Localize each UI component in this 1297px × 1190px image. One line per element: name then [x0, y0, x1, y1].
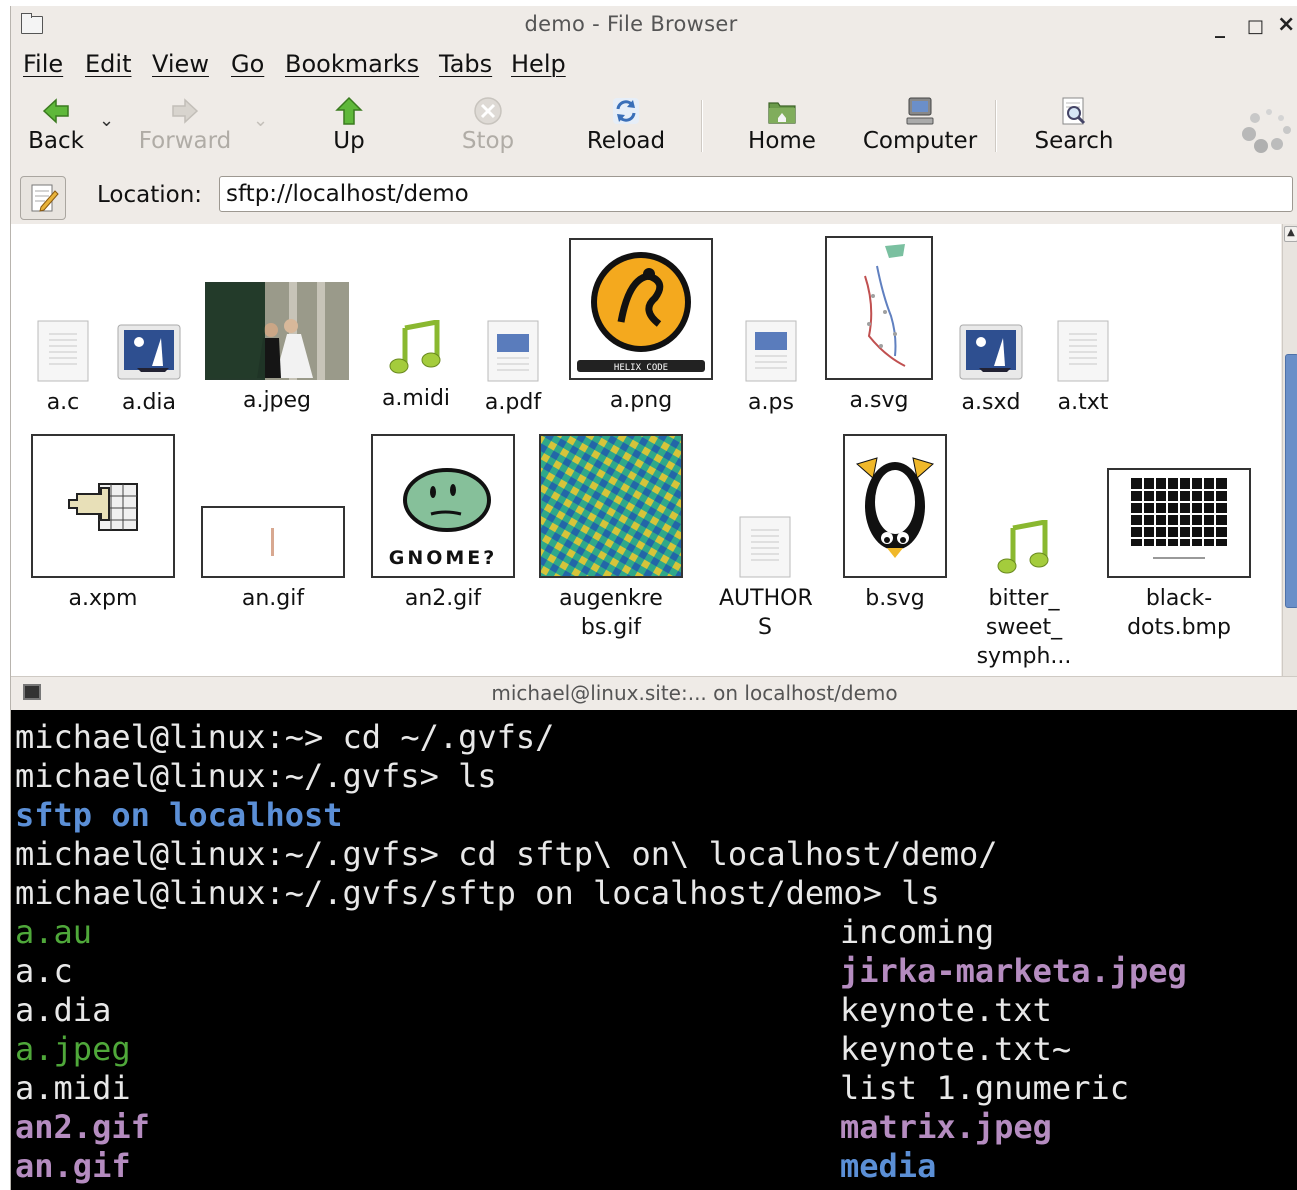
- terminal-line: michael@linux:~/.gvfs> ls: [15, 757, 497, 795]
- listing-entry: matrix.jpeg: [840, 1108, 1052, 1146]
- back-arrow-icon: [42, 98, 69, 124]
- title-bar[interactable]: demo - File Browser _ □ ×: [11, 6, 1297, 46]
- png-banner-text: HELIX CODE: [614, 363, 668, 373]
- minimize-button[interactable]: _: [1215, 14, 1225, 38]
- toolbar: Back ⌄ Forward ⌄ Up Stop Reload Home Com…: [11, 88, 1297, 172]
- terminal-title-bar[interactable]: michael@linux.site:... on localhost/demo: [11, 676, 1297, 711]
- back-button[interactable]: Back: [17, 88, 95, 168]
- gnome-thumbnail: GNOME?: [371, 434, 515, 578]
- pdf-file-icon: [487, 320, 539, 382]
- menu-file[interactable]: File: [23, 50, 63, 78]
- icon-view[interactable]: a.c a.dia a.jpeg a.midi a.pdf HELIX CODE…: [11, 224, 1281, 676]
- menu-help[interactable]: Help: [511, 50, 566, 78]
- image-thumbnail: HELIX CODE: [569, 238, 713, 380]
- listing-entry: a.midi: [15, 1069, 131, 1107]
- dots-thumbnail: [1107, 468, 1251, 578]
- svg-map-thumbnail: [825, 236, 933, 380]
- menu-bar: File Edit View Go Bookmarks Tabs Help: [11, 46, 1297, 86]
- music-note-icon: [389, 320, 441, 374]
- listing-entry: an.gif: [15, 1147, 131, 1185]
- menu-view[interactable]: View: [152, 50, 209, 78]
- listing-entry: a.jpeg: [15, 1030, 131, 1068]
- pattern-thumbnail: [539, 434, 683, 578]
- gnome-text: GNOME?: [389, 547, 498, 569]
- stop-icon: [474, 97, 502, 125]
- toggle-location-button[interactable]: [20, 176, 66, 220]
- menu-edit[interactable]: Edit: [85, 50, 131, 78]
- photo-thumbnail: [205, 282, 349, 380]
- icon-view-scrollbar[interactable]: ▲: [1282, 224, 1297, 676]
- scroll-up-button[interactable]: ▲: [1284, 226, 1297, 242]
- listing-entry: list 1.gnumeric: [840, 1069, 1129, 1107]
- drawing-file-icon: [959, 324, 1023, 380]
- reload-button[interactable]: Reload: [581, 88, 671, 168]
- terminal-line: michael@linux:~> cd ~/.gvfs/: [15, 718, 555, 756]
- music-note-icon: [997, 520, 1049, 574]
- stop-button[interactable]: Stop: [451, 88, 525, 168]
- search-icon: [1062, 97, 1086, 125]
- home-folder-icon: [768, 102, 796, 124]
- drawing-file-icon: [117, 324, 181, 380]
- location-bar: Location:: [11, 172, 1297, 222]
- forward-history-chevron-icon[interactable]: ⌄: [253, 110, 268, 131]
- search-button[interactable]: Search: [1029, 88, 1119, 168]
- forward-button[interactable]: Forward: [133, 88, 237, 168]
- listing-entry: a.au: [15, 913, 93, 951]
- listing-entry: keynote.txt: [840, 991, 1052, 1029]
- home-button[interactable]: Home: [741, 88, 823, 168]
- computer-icon: [906, 97, 934, 125]
- up-button[interactable]: Up: [317, 88, 381, 168]
- window-title: demo - File Browser: [524, 12, 738, 36]
- up-arrow-icon: [335, 96, 363, 125]
- back-history-chevron-icon[interactable]: ⌄: [99, 110, 114, 131]
- listing-entry: a.c: [15, 952, 73, 990]
- edit-pencil-icon: [31, 184, 59, 212]
- reload-icon: [613, 98, 639, 124]
- close-button[interactable]: ×: [1277, 12, 1295, 37]
- listing-entry: a.dia: [15, 991, 112, 1029]
- tux-thumbnail: [843, 434, 947, 578]
- gif-thumbnail: [201, 506, 345, 578]
- location-input[interactable]: [219, 176, 1293, 212]
- scrollbar-thumb[interactable]: [1285, 354, 1297, 608]
- listing-entry: incoming: [840, 913, 995, 951]
- postscript-file-icon: [745, 320, 797, 382]
- listing-entry: media: [840, 1147, 937, 1185]
- terminal-line: sftp on localhost: [15, 796, 343, 834]
- terminal-line: michael@linux:~/.gvfs/sftp on localhost/…: [15, 874, 940, 912]
- maximize-button[interactable]: □: [1247, 16, 1264, 37]
- terminal-output[interactable]: michael@linux:~> cd ~/.gvfs/ michael@lin…: [11, 710, 1297, 1190]
- menu-tabs[interactable]: Tabs: [439, 50, 492, 78]
- location-label: Location:: [97, 182, 203, 208]
- xpm-thumbnail: [31, 434, 175, 578]
- menu-go[interactable]: Go: [231, 50, 264, 78]
- forward-arrow-icon: [172, 98, 199, 124]
- computer-button[interactable]: Computer: [857, 88, 983, 168]
- listing-entry: keynote.txt~: [840, 1030, 1072, 1068]
- listing-entry: an2.gif: [15, 1108, 150, 1146]
- menu-bookmarks[interactable]: Bookmarks: [285, 50, 419, 78]
- listing-entry: jirka-marketa.jpeg: [840, 952, 1187, 990]
- text-file-icon: [739, 516, 791, 578]
- toolbar-separator: [701, 100, 703, 152]
- terminal-title: michael@linux.site:... on localhost/demo: [491, 681, 898, 705]
- toolbar-separator: [995, 100, 997, 152]
- text-file-icon: [37, 320, 89, 382]
- file-browser-window: demo - File Browser _ □ × File Edit View…: [10, 6, 1297, 1190]
- throbber-icon: [1242, 109, 1291, 153]
- terminal-line: michael@linux:~/.gvfs> cd sftp\ on\ loca…: [15, 835, 998, 873]
- text-file-icon: [1057, 320, 1109, 382]
